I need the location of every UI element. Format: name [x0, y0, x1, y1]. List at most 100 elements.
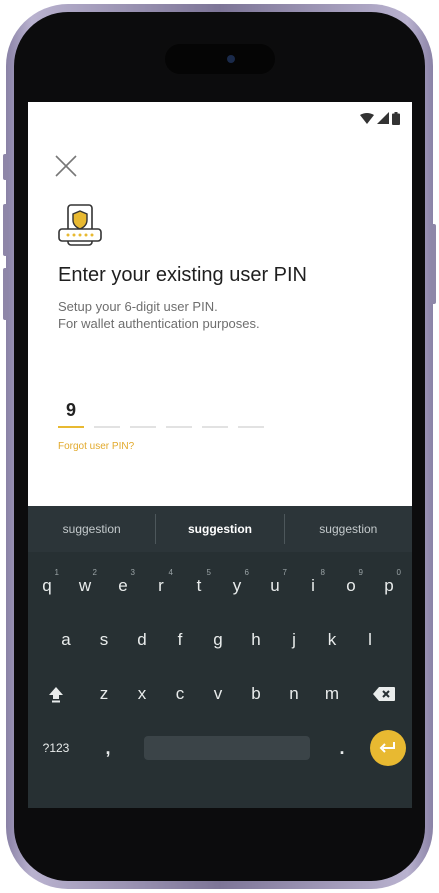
close-icon	[55, 155, 77, 177]
on-screen-keyboard: suggestion suggestion suggestion q 1 w 2	[28, 506, 412, 808]
key-x[interactable]: x	[124, 676, 160, 712]
pin-slot-3[interactable]	[130, 398, 156, 428]
key-y[interactable]: y 6	[219, 568, 255, 604]
key-h[interactable]: h	[238, 622, 274, 658]
page-subtitle: Setup your 6-digit user PIN. For wallet …	[58, 298, 398, 332]
suggestion-left[interactable]: suggestion	[28, 522, 155, 536]
pin-slot-5[interactable]	[202, 398, 228, 428]
pin-slot-2[interactable]	[94, 398, 120, 428]
pin-underline	[202, 426, 228, 428]
key-i[interactable]: i 8	[295, 568, 331, 604]
backspace-key[interactable]	[362, 676, 406, 712]
forgot-pin-link[interactable]: Forgot user PIN?	[58, 441, 134, 452]
key-hint: 2	[92, 568, 97, 577]
key-r[interactable]: r 4	[143, 568, 179, 604]
key-q[interactable]: q 1	[29, 568, 65, 604]
action-button	[3, 154, 8, 180]
key-label: y	[232, 576, 242, 595]
pin-underline	[130, 426, 156, 428]
suggestion-bar: suggestion suggestion suggestion	[28, 506, 412, 552]
key-d[interactable]: d	[124, 622, 160, 658]
shift-icon	[49, 687, 63, 703]
space-bar[interactable]	[144, 736, 310, 760]
front-camera	[227, 55, 235, 63]
key-row-3: z x c v b n m	[28, 676, 412, 712]
power-button	[431, 224, 436, 304]
key-c[interactable]: c	[162, 676, 198, 712]
key-n[interactable]: n	[276, 676, 312, 712]
key-f[interactable]: f	[162, 622, 198, 658]
dynamic-island	[165, 44, 275, 74]
app-screen: Enter your existing user PIN Setup your …	[28, 102, 412, 808]
key-label: e	[118, 576, 128, 595]
key-l[interactable]: l	[352, 622, 388, 658]
close-button[interactable]	[50, 150, 82, 182]
volume-up-button	[3, 204, 8, 256]
key-t[interactable]: t 5	[181, 568, 217, 604]
key-w[interactable]: w 2	[67, 568, 103, 604]
pin-underline	[166, 426, 192, 428]
battery-icon	[392, 111, 400, 125]
pin-device-illustration	[56, 202, 104, 250]
key-label: t	[196, 576, 202, 595]
pin-underline	[94, 426, 120, 428]
symbols-key[interactable]: ?123	[34, 730, 78, 766]
key-b[interactable]: b	[238, 676, 274, 712]
key-label: u	[270, 576, 280, 595]
key-hint: 7	[282, 568, 287, 577]
subtitle-line-2: For wallet authentication purposes.	[58, 316, 260, 331]
key-row-1: q 1 w 2 e 3 r 4 t 5 y 6 u 7 i 8 o 9 p 0	[28, 568, 412, 604]
key-p[interactable]: p 0	[371, 568, 407, 604]
key-row-2: a s d f g h j k l	[28, 622, 412, 658]
pin-underline	[58, 426, 84, 428]
subtitle-line-1: Setup your 6-digit user PIN.	[58, 299, 218, 314]
key-o[interactable]: o 9	[333, 568, 369, 604]
key-j[interactable]: j	[276, 622, 312, 658]
enter-icon	[379, 742, 395, 753]
volume-down-button	[3, 268, 8, 320]
key-hint: 3	[130, 568, 135, 577]
suggestion-center[interactable]: suggestion	[156, 522, 283, 536]
key-hint: 1	[54, 568, 59, 577]
enter-key[interactable]	[370, 730, 406, 766]
key-label: q	[42, 576, 52, 595]
comma-key[interactable]: ,	[90, 730, 126, 766]
pin-slot-1[interactable]: 9	[58, 398, 84, 428]
key-m[interactable]: m	[314, 676, 350, 712]
phone-bezel: Enter your existing user PIN Setup your …	[14, 12, 425, 881]
key-hint: 5	[206, 568, 211, 577]
key-hint: 8	[320, 568, 325, 577]
key-k[interactable]: k	[314, 622, 350, 658]
key-hint: 0	[396, 568, 401, 577]
wifi-icon	[360, 112, 374, 124]
key-hint: 6	[244, 568, 249, 577]
backspace-icon	[373, 687, 395, 701]
key-label: w	[78, 576, 92, 595]
key-e[interactable]: e 3	[105, 568, 141, 604]
key-label: i	[311, 576, 315, 595]
key-label: r	[158, 576, 164, 595]
key-label: o	[346, 576, 356, 595]
key-label: p	[384, 576, 394, 595]
phone-frame: Enter your existing user PIN Setup your …	[3, 4, 436, 889]
page-title: Enter your existing user PIN	[58, 264, 307, 286]
key-hint: 4	[168, 568, 173, 577]
pin-input[interactable]: 9	[58, 398, 264, 428]
key-u[interactable]: u 7	[257, 568, 293, 604]
key-v[interactable]: v	[200, 676, 236, 712]
status-bar	[360, 110, 400, 126]
key-z[interactable]: z	[86, 676, 122, 712]
key-a[interactable]: a	[48, 622, 84, 658]
key-hint: 9	[358, 568, 363, 577]
key-g[interactable]: g	[200, 622, 236, 658]
pin-digit: 9	[65, 400, 76, 420]
pin-device-shield-icon	[58, 204, 102, 246]
pin-slot-6[interactable]	[238, 398, 264, 428]
shift-key[interactable]	[34, 676, 78, 712]
key-row-4: ?123 , .	[28, 730, 412, 766]
pin-slot-4[interactable]	[166, 398, 192, 428]
key-s[interactable]: s	[86, 622, 122, 658]
cellular-signal-icon	[377, 112, 389, 124]
suggestion-right[interactable]: suggestion	[285, 522, 412, 536]
period-key[interactable]: .	[324, 730, 360, 766]
